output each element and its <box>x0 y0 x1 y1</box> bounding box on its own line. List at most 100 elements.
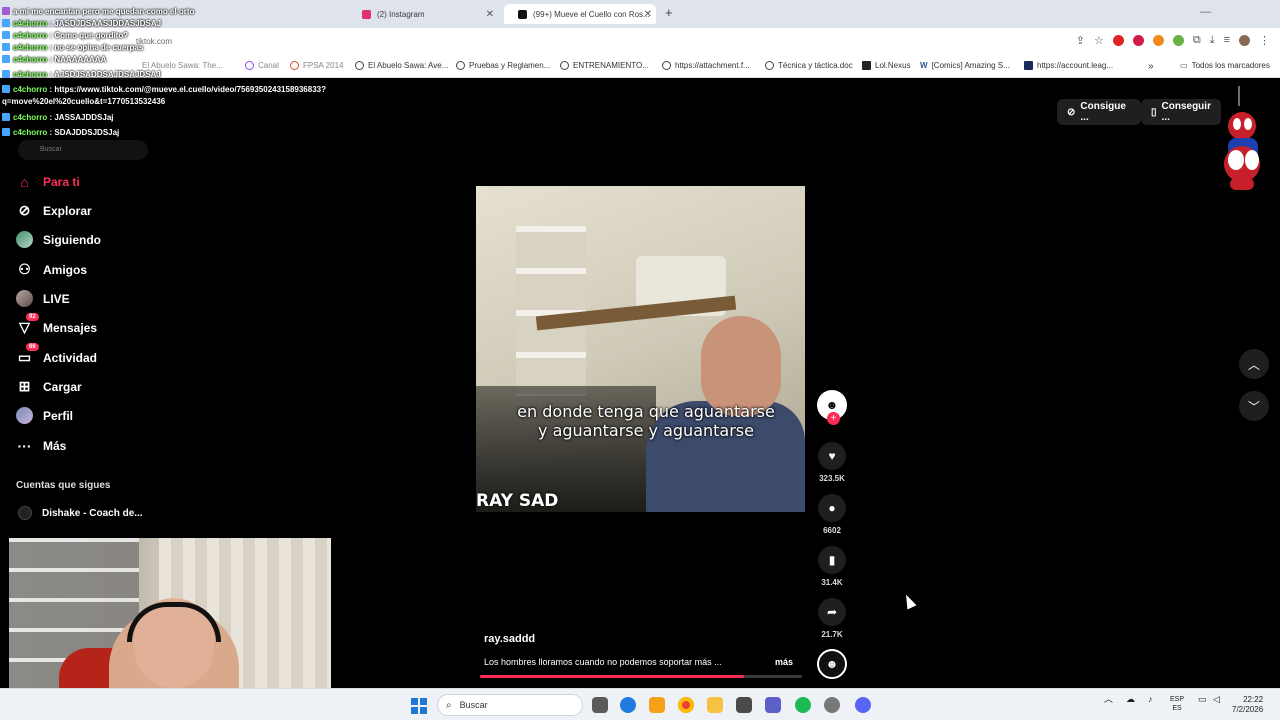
upload-icon: ⊞ <box>18 378 31 394</box>
bookmark-item[interactable]: El Abuelo Sawa: Ave... <box>355 61 448 70</box>
sidebar-item-perfil[interactable]: Perfil <box>16 407 73 424</box>
bookmark-icon <box>1024 61 1033 70</box>
extension-icon[interactable] <box>1112 35 1124 46</box>
taskbar-search[interactable]: ⌕ Buscar <box>437 694 583 716</box>
cloud-icon[interactable]: ☁ <box>1126 695 1135 704</box>
tab-instagram[interactable]: (2) Instagram ✕ <box>348 4 498 24</box>
edge-icon[interactable] <box>620 697 636 713</box>
sidebar-item-actividad[interactable]: ▭ 66 Actividad <box>16 343 97 366</box>
video-subtitle: en donde tenga que aguantarse y aguantar… <box>517 402 775 440</box>
media-icon[interactable]: ≡ <box>1224 34 1230 47</box>
discord-icon[interactable] <box>855 697 871 713</box>
bookmark-item[interactable]: Técnica y táctica.doc <box>765 61 853 70</box>
mail-icon[interactable] <box>736 697 752 713</box>
chat-message: c4chorro : JASDJDSAASJDDASJDSAJ <box>0 18 352 30</box>
bookmark-item[interactable]: Lol.Nexus <box>862 61 911 70</box>
chat-badge-icon <box>2 55 10 63</box>
see-more-link[interactable]: más <box>775 657 793 667</box>
taskbar-search-placeholder: Buscar <box>459 700 488 710</box>
extension-icon[interactable] <box>1132 35 1144 46</box>
video-progress-fill <box>480 675 745 678</box>
bookmark-item[interactable]: W [Comics] Amazing S... <box>920 61 1010 70</box>
bookmark-item[interactable]: https://attachment.f... <box>662 61 750 70</box>
video-player[interactable]: en donde tenga que aguantarse y aguantar… <box>476 186 805 512</box>
sidebar-item-label: Siguiendo <box>43 232 101 247</box>
app-icon[interactable] <box>649 697 665 713</box>
puzzle-icon[interactable]: ⧉ <box>1193 34 1201 47</box>
mouse-cursor <box>901 592 917 610</box>
follow-plus-icon[interactable]: + <box>827 412 840 425</box>
save-button[interactable]: ▮ 31.4K <box>814 546 850 587</box>
chat-text: : SDAJDDSJDSJaj <box>49 128 120 137</box>
system-clock[interactable]: 22:22 7/2/2026 <box>1232 695 1263 715</box>
all-bookmarks[interactable]: ▭ Todos los marcadores <box>1180 61 1270 70</box>
bookmark-item[interactable]: ENTRENAMIENTO... <box>560 61 649 70</box>
creator-avatar: ☻ + <box>817 390 847 425</box>
video-progress-bar[interactable] <box>480 675 802 678</box>
chat-badge-icon <box>2 113 10 121</box>
metamask-icon[interactable] <box>1152 35 1164 46</box>
profile-avatar[interactable] <box>1239 35 1250 46</box>
new-tab-button[interactable]: + <box>665 5 673 20</box>
video-description: Los hombres lloramos cuando no podemos s… <box>484 657 722 667</box>
comment-button[interactable]: ● 6602 <box>814 494 850 535</box>
chat-message: c4chorro : SDAJDDSJDSJaj <box>0 127 352 139</box>
close-tab-icon[interactable]: ✕ <box>486 9 494 20</box>
windows-start-button[interactable] <box>411 698 427 714</box>
following-account[interactable]: Dishake - Coach de... <box>18 506 143 520</box>
sidebar-item-mensajes[interactable]: ▽ 92 Mensajes <box>16 313 97 336</box>
sound-button[interactable]: ☻ <box>814 649 850 679</box>
phone-icon: ▯ <box>1151 106 1157 118</box>
video-author[interactable]: ray.saddd <box>484 633 535 645</box>
star-icon[interactable]: ☆ <box>1094 34 1104 47</box>
next-video-button[interactable]: ﹀ <box>1239 391 1269 421</box>
chrome-icon[interactable] <box>678 697 694 713</box>
bookmarks-overflow-icon[interactable]: » <box>1148 61 1154 72</box>
volume-icon[interactable]: ◁ <box>1213 695 1220 704</box>
network-icon[interactable]: ▭ <box>1198 695 1207 704</box>
get-coins-button[interactable]: ⊘ Consigue ... <box>1057 99 1141 125</box>
file-explorer-icon[interactable] <box>707 697 723 713</box>
share-button[interactable]: ➦ 21.7K <box>814 598 850 639</box>
sidebar-item-cargar[interactable]: ⊞ Cargar <box>16 378 82 395</box>
teams-icon[interactable] <box>765 697 781 713</box>
creator-avatar-button[interactable]: ☻ + <box>814 390 850 425</box>
bookmark-label: ENTRENAMIENTO... <box>573 61 649 70</box>
language-indicator[interactable]: ESP ES <box>1170 695 1184 713</box>
word-icon: W <box>920 61 928 70</box>
chat-username: c4chorro <box>13 85 48 94</box>
bookmark-label: El Abuelo Sawa: Ave... <box>368 61 449 70</box>
chat-badge-icon <box>2 43 10 51</box>
tray-overflow-icon[interactable]: ︿ <box>1104 695 1113 704</box>
minimize-icon[interactable]: — <box>1200 6 1211 18</box>
sidebar-item-explorar[interactable]: ⊘ Explorar <box>16 202 92 219</box>
task-view-icon[interactable] <box>592 697 608 713</box>
close-tab-icon[interactable]: ✕ <box>644 9 652 20</box>
spotify-icon[interactable] <box>795 697 811 713</box>
share-icon: ➦ <box>818 598 846 626</box>
sidebar-item-siguiendo[interactable]: Siguiendo <box>16 231 101 248</box>
sidebar-item-live[interactable]: LIVE <box>16 290 70 307</box>
extension-icon[interactable] <box>1172 35 1184 46</box>
chat-badge-icon <box>2 19 10 27</box>
following-account-name: Dishake - Coach de... <box>42 507 143 519</box>
chat-badge-icon <box>2 7 10 15</box>
bookmark-item[interactable]: Pruebas y Reglamen... <box>456 61 550 70</box>
kebab-menu-icon[interactable]: ⋮ <box>1259 34 1270 47</box>
sidebar-item-amigos[interactable]: ⚇ Amigos <box>16 261 87 278</box>
activity-icon: ▭ 66 <box>16 343 39 366</box>
microphone-icon[interactable]: ♪ <box>1148 695 1153 704</box>
install-icon[interactable]: ⇪ <box>1076 34 1085 47</box>
settings-icon[interactable] <box>824 697 840 713</box>
tab-tiktok[interactable]: (99+) Mueve el Cuello con Ros... ✕ <box>504 4 656 24</box>
sidebar-item-mas[interactable]: ··· Más <box>16 437 67 454</box>
previous-video-button[interactable]: ︿ <box>1239 349 1269 379</box>
chat-badge-icon <box>2 85 10 93</box>
chat-badge-icon <box>2 128 10 136</box>
sidebar-item-para-ti[interactable]: ⌂ Para ti <box>16 173 79 190</box>
download-icon[interactable]: ⤓ <box>1210 34 1215 47</box>
like-button[interactable]: ♥ 323.5K <box>814 442 850 483</box>
bookmark-item[interactable]: https://account.leag... <box>1024 61 1113 70</box>
search-box[interactable]: Buscar <box>18 140 148 160</box>
get-app-button[interactable]: ▯ Conseguir ... <box>1141 99 1221 125</box>
